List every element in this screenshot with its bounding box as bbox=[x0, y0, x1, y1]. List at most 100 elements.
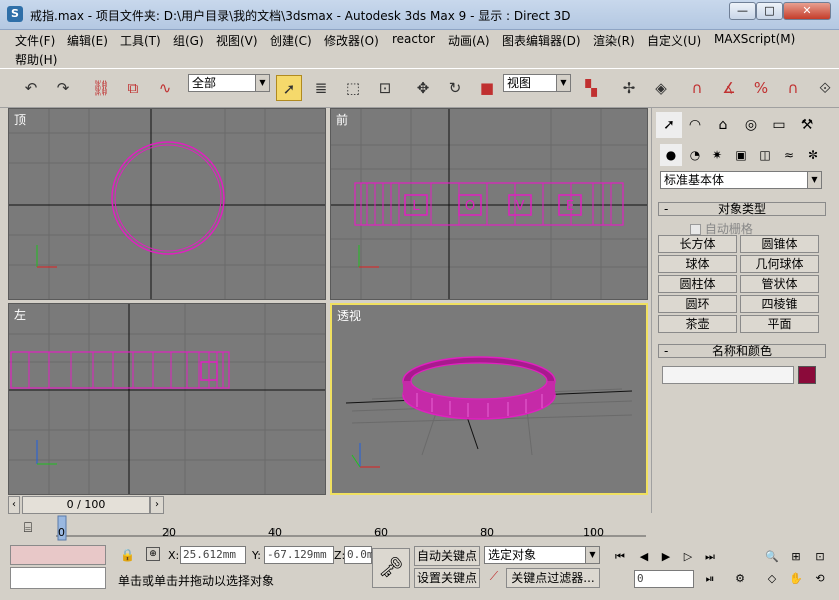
pan-icon[interactable]: ✋ bbox=[786, 570, 806, 588]
menu-edit[interactable]: 编辑(E) bbox=[67, 32, 108, 49]
torus-button[interactable]: 圆环 bbox=[658, 295, 737, 313]
select-and-rotate-icon[interactable]: ↻ bbox=[442, 75, 468, 101]
menu-maxscript[interactable]: MAXScript(M) bbox=[714, 32, 795, 46]
named-selection-icon[interactable]: ⟐ bbox=[812, 75, 838, 101]
select-and-scale-icon[interactable]: ■ bbox=[474, 75, 500, 101]
time-slider-thumb[interactable]: 0 / 100 bbox=[22, 496, 150, 514]
menu-rendering[interactable]: 渲染(R) bbox=[593, 32, 635, 49]
lights-icon[interactable]: ✷ bbox=[706, 144, 728, 166]
z-coordinate-field[interactable]: 0.0m bbox=[344, 546, 374, 564]
menu-file[interactable]: 文件(F) bbox=[15, 32, 55, 49]
viewport-left[interactable]: 左 bbox=[8, 303, 326, 495]
teapot-button[interactable]: 茶壶 bbox=[658, 315, 737, 333]
zoom-extents-icon[interactable]: ⊡ bbox=[810, 548, 830, 566]
helpers-icon[interactable]: ◫ bbox=[754, 144, 776, 166]
viewport-front[interactable]: L O V E 前 bbox=[330, 108, 648, 300]
reference-coordinate-dropdown[interactable]: 视图 ▼ bbox=[503, 74, 571, 92]
lock-selection-icon[interactable]: 🔒 bbox=[120, 548, 135, 562]
track-bar[interactable]: ⌸ 0 20 40 60 80 100 bbox=[0, 514, 651, 544]
box-button[interactable]: 长方体 bbox=[658, 235, 737, 253]
space-warps-icon[interactable]: ≈ bbox=[778, 144, 800, 166]
snaps-3d-icon[interactable]: ∩ bbox=[684, 75, 710, 101]
hierarchy-tab-icon[interactable]: ⌂ bbox=[710, 112, 736, 138]
field-of-view-icon[interactable]: ◇ bbox=[762, 570, 782, 588]
object-type-rollout[interactable]: - 对象类型 bbox=[658, 202, 826, 216]
unlink-selection-icon[interactable]: ⧉ bbox=[120, 75, 146, 101]
go-to-end-icon[interactable]: ⏭ bbox=[700, 548, 720, 566]
viewport-label-left[interactable]: 左 bbox=[14, 306, 26, 323]
time-next-arrow-icon[interactable]: › bbox=[150, 496, 164, 514]
arc-rotate-icon[interactable]: ⟲ bbox=[810, 570, 830, 588]
key-icon[interactable]: 🗝 bbox=[372, 548, 410, 588]
close-button[interactable]: ✕ bbox=[783, 2, 831, 20]
y-coordinate-field[interactable]: -67.129mm bbox=[264, 546, 334, 564]
undo-icon[interactable]: ↶ bbox=[18, 75, 44, 101]
spinner-snap-icon[interactable]: ∩ bbox=[780, 75, 806, 101]
menu-customize[interactable]: 自定义(U) bbox=[647, 32, 701, 49]
utilities-tab-icon[interactable]: ⚒ bbox=[794, 112, 820, 138]
modify-tab-icon[interactable]: ◠ bbox=[682, 112, 708, 138]
viewport-label-perspective[interactable]: 透视 bbox=[337, 307, 361, 324]
curve-editor-icon[interactable]: ⌸ bbox=[18, 520, 38, 538]
viewport-label-top[interactable]: 顶 bbox=[14, 111, 26, 128]
cameras-icon[interactable]: ▣ bbox=[730, 144, 752, 166]
snap-toggle-icon[interactable]: ◈ bbox=[648, 75, 674, 101]
name-and-color-rollout[interactable]: - 名称和颜色 bbox=[658, 344, 826, 358]
time-slider[interactable]: ‹ 0 / 100 › bbox=[8, 496, 651, 514]
cylinder-button[interactable]: 圆柱体 bbox=[658, 275, 737, 293]
window-crossing-icon[interactable]: ⊡ bbox=[372, 75, 398, 101]
bind-to-space-warp-icon[interactable]: ∿ bbox=[152, 75, 178, 101]
menu-graph-editors[interactable]: 图表编辑器(D) bbox=[502, 32, 581, 49]
menu-animation[interactable]: 动画(A) bbox=[448, 32, 490, 49]
absolute-mode-icon[interactable]: ⊕ bbox=[146, 547, 160, 561]
display-tab-icon[interactable]: ▭ bbox=[766, 112, 792, 138]
systems-icon[interactable]: ✼ bbox=[802, 144, 824, 166]
menu-views[interactable]: 视图(V) bbox=[216, 32, 258, 49]
time-prev-arrow-icon[interactable]: ‹ bbox=[8, 496, 20, 514]
redo-icon[interactable]: ↷ bbox=[50, 75, 76, 101]
auto-key-button[interactable]: 自动关键点 bbox=[414, 546, 480, 566]
angle-snap-icon[interactable]: ∡ bbox=[716, 75, 742, 101]
tube-button[interactable]: 管状体 bbox=[740, 275, 819, 293]
maxscript-input[interactable] bbox=[10, 567, 106, 589]
maximize-button[interactable]: □ bbox=[756, 2, 783, 20]
app-icon[interactable]: S bbox=[7, 6, 23, 22]
key-mode-toggle-icon[interactable]: ⏯ bbox=[700, 570, 720, 588]
time-config-icon[interactable]: ⚙ bbox=[730, 570, 750, 588]
create-tab-icon[interactable]: ➚ bbox=[656, 112, 682, 138]
select-by-name-icon[interactable]: ≣ bbox=[308, 75, 334, 101]
category-dropdown[interactable]: 标准基本体 ▼ bbox=[660, 171, 822, 189]
minimize-button[interactable]: — bbox=[729, 2, 756, 20]
viewport-top[interactable]: 顶 bbox=[8, 108, 326, 300]
shapes-icon[interactable]: ◔ bbox=[684, 144, 706, 166]
selection-filter-dropdown[interactable]: 全部 ▼ bbox=[188, 74, 270, 92]
menu-reactor[interactable]: reactor bbox=[392, 32, 435, 46]
object-name-input[interactable] bbox=[662, 366, 794, 384]
plane-button[interactable]: 平面 bbox=[740, 315, 819, 333]
pyramid-button[interactable]: 四棱锥 bbox=[740, 295, 819, 313]
viewport-perspective[interactable]: 透视 bbox=[330, 303, 648, 495]
menu-modifiers[interactable]: 修改器(O) bbox=[324, 32, 379, 49]
menu-create[interactable]: 创建(C) bbox=[270, 32, 312, 49]
current-frame-field[interactable]: 0 bbox=[634, 570, 694, 588]
geosphere-button[interactable]: 几何球体 bbox=[740, 255, 819, 273]
play-icon[interactable]: ▶ bbox=[656, 548, 676, 566]
viewport-label-front[interactable]: 前 bbox=[336, 111, 348, 128]
percent-snap-icon[interactable]: % bbox=[748, 75, 774, 101]
select-and-link-icon[interactable]: ⛓ bbox=[88, 75, 114, 101]
zoom-all-icon[interactable]: ⊞ bbox=[786, 548, 806, 566]
select-object-icon[interactable]: ➚ bbox=[276, 75, 302, 101]
menu-group[interactable]: 组(G) bbox=[173, 32, 204, 49]
select-and-move-icon[interactable]: ✥ bbox=[410, 75, 436, 101]
use-pivot-center-icon[interactable]: ▚ bbox=[578, 75, 604, 101]
geometry-icon[interactable]: ● bbox=[660, 144, 682, 166]
select-and-manipulate-icon[interactable]: ✢ bbox=[616, 75, 642, 101]
menu-tools[interactable]: 工具(T) bbox=[120, 32, 161, 49]
next-frame-icon[interactable]: ▷ bbox=[678, 548, 698, 566]
x-coordinate-field[interactable]: 25.612mm bbox=[180, 546, 246, 564]
key-mode-dropdown[interactable]: 选定对象 ▼ bbox=[484, 546, 600, 564]
rectangular-selection-icon[interactable]: ⬚ bbox=[340, 75, 366, 101]
key-filter-curve-icon[interactable]: ⟋ bbox=[484, 569, 504, 587]
sphere-button[interactable]: 球体 bbox=[658, 255, 737, 273]
key-filters-button[interactable]: 关键点过滤器... bbox=[506, 568, 600, 588]
